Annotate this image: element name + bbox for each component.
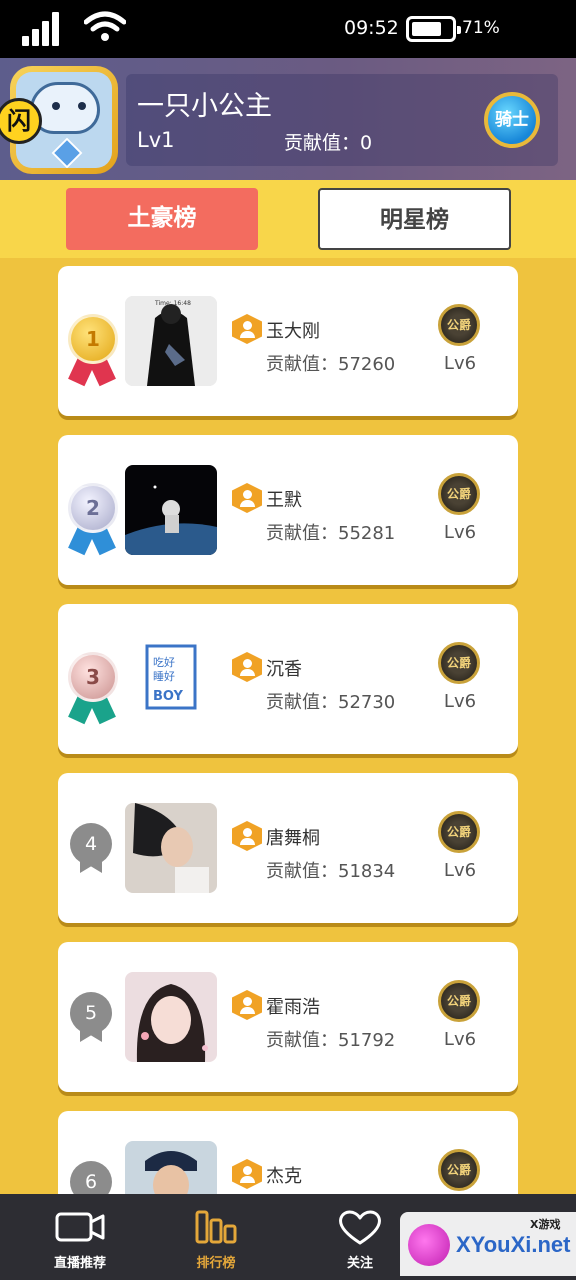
user-level: Lv6 (443, 860, 477, 881)
ranking-row[interactable]: 1 Time: 16:48 玉大刚 贡献值：57260 公爵 Lv6 (58, 266, 518, 416)
profile-contribution: 贡献值：0 (284, 132, 373, 154)
nav-follow[interactable]: 关注 (305, 1194, 415, 1280)
ranking-row[interactable]: 5 霍雨浩 贡献值：51792 公爵 Lv6 (58, 942, 518, 1092)
gamepad-logo-icon (408, 1224, 450, 1266)
svg-text:吃好: 吃好 (153, 655, 175, 669)
svg-text:睡好: 睡好 (153, 669, 175, 683)
tab-star-ranking[interactable]: 明星榜 (318, 188, 511, 250)
ranking-row[interactable]: 6 杰克 公爵 (58, 1111, 518, 1194)
status-bar: 09:52 71% (0, 0, 576, 58)
duke-badge-icon: 公爵 (438, 473, 480, 515)
user-icon (232, 821, 262, 851)
nav-ranking[interactable]: 排行榜 (161, 1194, 271, 1280)
bronze-medal-icon: 3 (62, 652, 122, 728)
signal-icon (22, 12, 64, 46)
ranking-list[interactable]: 1 Time: 16:48 玉大刚 贡献值：57260 公爵 Lv6 2 王默 … (0, 258, 576, 1194)
user-name: 沉香 (266, 659, 302, 680)
status-time: 09:52 (344, 17, 399, 39)
wifi-icon (84, 11, 126, 41)
user-level: Lv6 (443, 353, 477, 374)
user-photo[interactable]: Time: 16:48 (125, 296, 217, 386)
user-photo[interactable] (125, 1141, 217, 1194)
user-name: 玉大刚 (266, 321, 320, 342)
ranking-row[interactable]: 4 唐舞桐 贡献值：51834 公爵 Lv6 (58, 773, 518, 923)
svg-text:Time: 16:48: Time: 16:48 (154, 300, 191, 307)
user-name: 王默 (266, 490, 302, 511)
profile-level: Lv1 (137, 128, 175, 152)
user-level: Lv6 (443, 1029, 477, 1050)
user-contribution: 贡献值：51834 (266, 861, 396, 882)
user-name: 杰克 (266, 1166, 302, 1187)
user-contribution: 贡献值：51792 (266, 1030, 396, 1051)
user-icon (232, 990, 262, 1020)
nav-live-recommend[interactable]: 直播推荐 (25, 1194, 135, 1280)
user-icon (232, 483, 262, 513)
user-contribution: 贡献值：55281 (266, 523, 396, 544)
gold-medal-icon: 1 (62, 314, 122, 390)
user-icon (232, 652, 262, 682)
heart-icon (339, 1210, 381, 1245)
user-name: 唐舞桐 (266, 828, 320, 849)
user-contribution: 贡献值：57260 (266, 354, 396, 375)
video-camera-icon (55, 1212, 105, 1242)
user-icon (232, 1159, 262, 1189)
profile-name: 一只小公主 (137, 91, 272, 122)
svg-text:BOY: BOY (153, 689, 183, 704)
duke-badge-icon: 公爵 (438, 1149, 480, 1191)
duke-badge-icon: 公爵 (438, 304, 480, 346)
rank-pin-icon: 5 (70, 992, 112, 1044)
user-photo[interactable] (125, 465, 217, 555)
profile-header: 闪 一只小公主 Lv1 贡献值：0 骑士 (0, 58, 576, 180)
battery-percent: 71% (462, 18, 500, 38)
rank-pin-icon: 6 (70, 1161, 112, 1194)
user-icon (232, 314, 262, 344)
bar-chart-icon (195, 1210, 237, 1244)
user-photo[interactable]: 吃好 睡好 BOY (125, 634, 217, 724)
ranking-row[interactable]: 2 王默 贡献值：55281 公爵 Lv6 (58, 435, 518, 585)
duke-badge-icon: 公爵 (438, 980, 480, 1022)
user-photo[interactable] (125, 972, 217, 1062)
user-level: Lv6 (443, 691, 477, 712)
duke-badge-icon: 公爵 (438, 642, 480, 684)
user-contribution: 贡献值：52730 (266, 692, 396, 713)
user-photo[interactable] (125, 803, 217, 893)
knight-rank-badge[interactable]: 骑士 (484, 92, 540, 148)
rank-pin-icon: 4 (70, 823, 112, 875)
user-level: Lv6 (443, 522, 477, 543)
ranking-row[interactable]: 3 吃好 睡好 BOY 沉香 贡献值：52730 公爵 Lv6 (58, 604, 518, 754)
user-name: 霍雨浩 (266, 997, 320, 1018)
silver-medal-icon: 2 (62, 483, 122, 559)
duke-badge-icon: 公爵 (438, 811, 480, 853)
battery-icon (406, 16, 461, 42)
ranking-tabs: 土豪榜 明星榜 (0, 180, 576, 258)
tab-tycoon-ranking[interactable]: 土豪榜 (66, 188, 258, 250)
site-watermark: X游戏 XYouXi.net (400, 1212, 576, 1276)
